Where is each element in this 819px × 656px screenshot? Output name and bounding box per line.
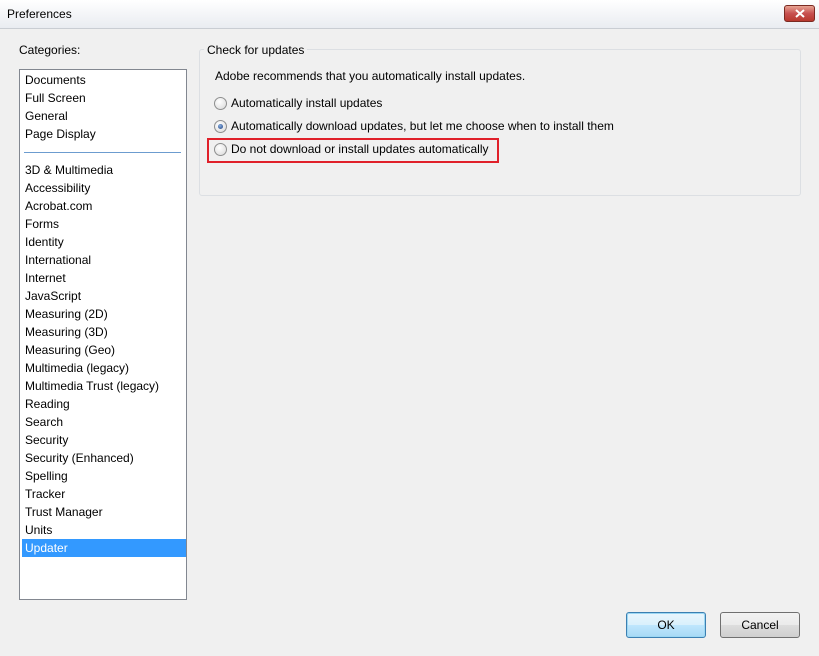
window-title: Preferences [7,7,72,21]
category-international[interactable]: International [22,251,186,269]
close-button[interactable] [784,5,815,22]
category-measuring-geo[interactable]: Measuring (Geo) [22,341,186,359]
radio-auto-install-control[interactable] [214,97,227,110]
category-acrobat-com[interactable]: Acrobat.com [22,197,186,215]
title-bar: Preferences [0,0,819,29]
category-reading[interactable]: Reading [22,395,186,413]
category-search[interactable]: Search [22,413,186,431]
category-general[interactable]: General [22,107,186,125]
category-javascript[interactable]: JavaScript [22,287,186,305]
category-updater[interactable]: Updater [22,539,186,557]
category-multimedia-trust-legacy[interactable]: Multimedia Trust (legacy) [22,377,186,395]
category-tracker[interactable]: Tracker [22,485,186,503]
category-3d-multimedia[interactable]: 3D & Multimedia [22,161,186,179]
category-documents[interactable]: Documents [22,71,186,89]
category-full-screen[interactable]: Full Screen [22,89,186,107]
dialog-body: Categories: Documents Full Screen Genera… [0,29,819,656]
categories-label: Categories: [19,43,81,57]
category-separator [24,152,181,153]
category-security[interactable]: Security [22,431,186,449]
cancel-button[interactable]: Cancel [720,612,800,638]
ok-button[interactable]: OK [626,612,706,638]
radio-auto-download-control[interactable] [214,120,227,133]
highlight-box [207,138,499,163]
radio-auto-download-label[interactable]: Automatically download updates, but let … [231,119,614,133]
category-internet[interactable]: Internet [22,269,186,287]
category-measuring-3d[interactable]: Measuring (3D) [22,323,186,341]
category-measuring-2d[interactable]: Measuring (2D) [22,305,186,323]
updates-description: Adobe recommends that you automatically … [215,69,526,83]
radio-auto-install-label[interactable]: Automatically install updates [231,96,382,110]
category-page-display[interactable]: Page Display [22,125,186,143]
category-forms[interactable]: Forms [22,215,186,233]
category-security-enhanced[interactable]: Security (Enhanced) [22,449,186,467]
category-spelling[interactable]: Spelling [22,467,186,485]
category-units[interactable]: Units [22,521,186,539]
category-accessibility[interactable]: Accessibility [22,179,186,197]
categories-list[interactable]: Documents Full Screen General Page Displ… [19,69,187,600]
category-trust-manager[interactable]: Trust Manager [22,503,186,521]
close-icon [795,9,805,18]
updates-group-title: Check for updates [204,43,308,57]
category-identity[interactable]: Identity [22,233,186,251]
category-multimedia-legacy[interactable]: Multimedia (legacy) [22,359,186,377]
